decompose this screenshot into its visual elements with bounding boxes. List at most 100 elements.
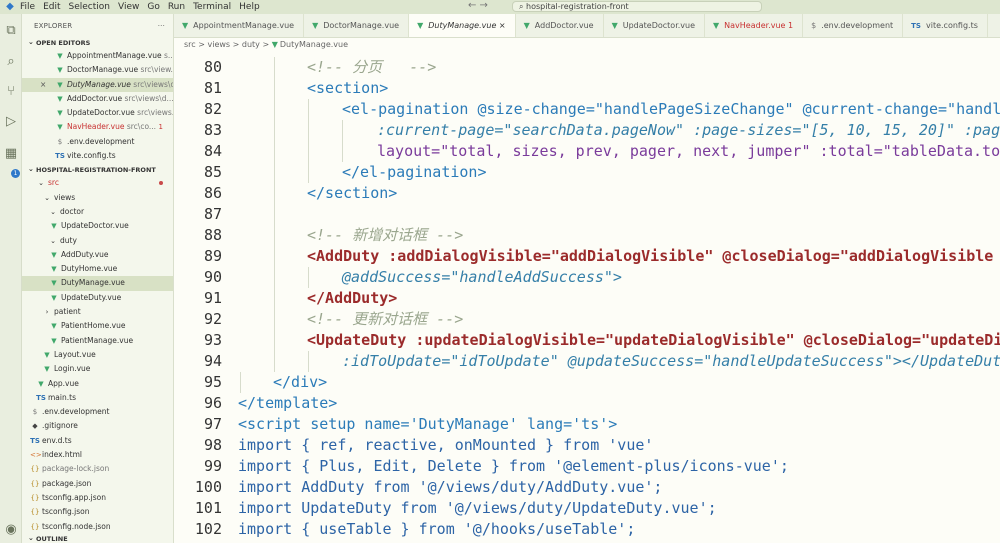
code-editor[interactable]: 80 <!-- 分页 --> 81 <section> 82 <el-paginati… [174, 53, 1000, 543]
outline-section[interactable]: OUTLINE [22, 533, 173, 543]
accounts-icon[interactable]: ◉ [3, 522, 19, 538]
breadcrumb-src[interactable]: src [184, 40, 196, 49]
code-line[interactable]: 94:idToUpdate="idToUpdate" @updateSucces… [174, 351, 1000, 372]
tree-file[interactable]: ▼ App.vue [22, 377, 173, 391]
code-line[interactable]: 95 </div> [174, 372, 1000, 393]
navigation-arrows-icon[interactable]: ← → [468, 0, 488, 11]
code-line[interactable]: 80 <!-- 分页 --> [174, 57, 1000, 78]
tree-file[interactable]: ▼ Layout.vue [22, 348, 173, 362]
tree-file[interactable]: ▼ UpdateDuty.vue [22, 291, 173, 305]
code-line[interactable]: 83:current-page="searchData.pageNow" :pa… [174, 120, 1000, 141]
code-line[interactable]: 91 </AddDuty> [174, 288, 1000, 309]
code-line[interactable]: 86 </section> [174, 183, 1000, 204]
open-editors-list: ▼ AppointmentManage.vue s... ▼ DoctorManag… [22, 49, 173, 163]
code-line[interactable]: 82 <el-pagination @size-change="handlePag… [174, 99, 1000, 120]
menu-go[interactable]: Go [147, 2, 159, 12]
open-editor-item[interactable]: $ .env.development [22, 135, 173, 149]
extensions-icon[interactable]: ▦ [3, 146, 19, 162]
tree-file[interactable]: ▼ PatientManage.vue [22, 334, 173, 348]
code-line[interactable]: 84 layout="total, sizes, prev, pager, nex… [174, 141, 1000, 162]
open-editor-item[interactable]: ▼ AppointmentManage.vue s... [22, 49, 173, 63]
tab-add-doctor[interactable]: ▼ AddDoctor.vue [516, 14, 604, 37]
tree-file-active[interactable]: ▼ DutyManage.vue [22, 276, 173, 291]
menu-run[interactable]: Run [168, 2, 185, 12]
tree-folder[interactable]: ⌄ duty [22, 234, 173, 248]
tree-file[interactable]: TS main.ts [22, 391, 173, 405]
open-editor-item[interactable]: ▼ AddDoctor.vue src\views\d... [22, 92, 173, 106]
tree-file[interactable]: ▼ UpdateDoctor.vue [22, 219, 173, 233]
run-debug-icon[interactable]: ▷ [3, 114, 19, 130]
open-editor-item[interactable]: ▼UpdateDoctor.vue src\views... [22, 106, 173, 120]
vue-file-icon: ▼ [57, 80, 63, 89]
tab-vite-config[interactable]: TS vite.config.ts [903, 14, 988, 37]
code-line[interactable]: 100 import AddDuty from '@/views/duty/Add… [174, 477, 1000, 498]
tree-file[interactable]: TS env.d.ts [22, 434, 173, 448]
open-editor-item[interactable]: TS vite.config.ts [22, 149, 173, 163]
vue-file-icon: ▼ [611, 21, 618, 30]
code-line[interactable]: 90 @addSuccess="handleAddSuccess"> [174, 267, 1000, 288]
typescript-file-icon: TS [911, 22, 921, 30]
tree-file[interactable]: {} tsconfig.app.json [22, 491, 173, 505]
title-bar: ◆ File Edit Selection View Go Run Termin… [0, 0, 1000, 14]
breadcrumb-views[interactable]: views [207, 40, 230, 49]
open-editor-item[interactable]: ▼ NavHeader.vue src\co... 1 [22, 120, 173, 134]
code-line[interactable]: 96 </template> [174, 393, 1000, 414]
code-line[interactable]: 98 import { ref, reactive, onMounted } fr… [174, 435, 1000, 456]
tree-folder[interactable]: ⌄ doctor [22, 205, 173, 219]
tree-file[interactable]: {} tsconfig.node.json [22, 520, 173, 534]
close-icon[interactable]: × [40, 78, 46, 92]
code-line[interactable]: 81 <section> [174, 78, 1000, 99]
tree-file[interactable]: ▼ AddDuty.vue [22, 248, 173, 262]
code-line[interactable]: 93 <UpdateDuty :updateDialogVisible="upda… [174, 330, 1000, 351]
tree-file[interactable]: {} package.json [22, 477, 173, 491]
code-line[interactable]: 89 <AddDuty :addDialogVisible="addDialogV… [174, 246, 1000, 267]
tab-doctor-manage[interactable]: ▼ DoctorManage.vue [304, 14, 410, 37]
menu-help[interactable]: Help [239, 2, 260, 12]
project-section[interactable]: HOSPITAL-REGISTRATION-FRONT [22, 164, 173, 176]
tree-file[interactable]: ▼ DutyHome.vue [22, 262, 173, 276]
git-file-icon: ◆ [32, 422, 38, 431]
tree-file[interactable]: ▼ Login.vue [22, 362, 173, 376]
tab-nav-header[interactable]: ▼ NavHeader.vue 1 [705, 14, 804, 37]
tree-file[interactable]: ▼ PatientHome.vue [22, 319, 173, 333]
explorer-header: EXPLORER ··· [22, 14, 173, 38]
code-line[interactable]: 101 import UpdateDuty from '@/views/duty/… [174, 498, 1000, 519]
menu-view[interactable]: View [118, 2, 139, 12]
tab-update-doctor[interactable]: ▼ UpdateDoctor.vue [604, 14, 706, 37]
code-line[interactable]: 92 <!-- 更新对话框 --> [174, 309, 1000, 330]
close-tab-icon[interactable]: × [499, 21, 506, 30]
code-line[interactable]: 88 <!-- 新增对话框 --> [174, 225, 1000, 246]
tab-appointment-manage[interactable]: ▼ AppointmentManage.vue [174, 14, 305, 37]
menu-terminal[interactable]: Terminal [193, 2, 231, 12]
code-line[interactable]: 85 </el-pagination> [174, 162, 1000, 183]
env-file-icon: $ [32, 408, 38, 417]
tree-file[interactable]: <>index.html [22, 448, 173, 462]
tree-folder[interactable]: ⌄ views [22, 191, 173, 205]
tree-folder[interactable]: ⌄ src [22, 176, 173, 190]
tree-file[interactable]: ◆ .gitignore [22, 419, 173, 433]
command-center-search[interactable]: ⌕ hospital-registration-front [512, 1, 762, 12]
breadcrumb-duty[interactable]: duty [242, 40, 260, 49]
open-editors-section[interactable]: OPEN EDITORS [22, 37, 173, 49]
search-icon[interactable]: ⌕ [3, 54, 19, 70]
tree-file[interactable]: {} tsconfig.json [22, 505, 173, 519]
more-actions-icon[interactable]: ··· [158, 22, 165, 30]
code-line[interactable]: 102 import { useTable } from '@/hooks/use… [174, 519, 1000, 540]
code-line[interactable]: 99 import { Plus, Edit, Delete } from '@e… [174, 456, 1000, 477]
tree-file[interactable]: {} package-lock.json [22, 462, 173, 476]
code-line[interactable]: 97 <script setup name='DutyManage' lang='… [174, 414, 1000, 435]
menu-edit[interactable]: Edit [43, 2, 60, 12]
menu-selection[interactable]: Selection [69, 2, 110, 12]
tree-folder[interactable]: › patient [22, 305, 173, 319]
menu-file[interactable]: File [20, 2, 35, 12]
open-editor-item[interactable]: ▼ DoctorManage.vue src\view... [22, 63, 173, 77]
explorer-icon[interactable]: ⧉ [3, 23, 19, 39]
tab-duty-manage[interactable]: ▼ DutyManage.vue × [409, 14, 516, 37]
tab-env-development[interactable]: $ .env.development [803, 14, 904, 37]
breadcrumb-file[interactable]: DutyManage.vue [280, 40, 348, 49]
tree-file[interactable]: $ .env.development [22, 405, 173, 419]
source-control-icon[interactable]: ⑂ [3, 84, 19, 100]
open-editor-item-active[interactable]: ×▼DutyManage.vue src\views\d... [22, 77, 173, 92]
file-tree: ⌄ src ⌄ views ⌄ doctor ▼ UpdateDoctor.vue ⌄ d… [22, 176, 173, 543]
code-line[interactable]: 87 [174, 204, 1000, 225]
